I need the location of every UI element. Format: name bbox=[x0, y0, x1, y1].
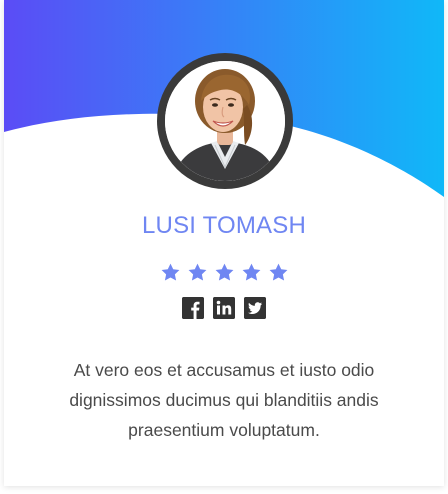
social-links bbox=[4, 297, 444, 319]
star-icon bbox=[242, 263, 260, 281]
star-icon bbox=[215, 263, 233, 281]
star-icon bbox=[161, 263, 179, 281]
facebook-icon[interactable] bbox=[182, 297, 204, 319]
star-icon bbox=[188, 263, 206, 281]
avatar bbox=[165, 61, 285, 181]
testimonial-text: At vero eos et accusamus et iusto odio d… bbox=[69, 360, 379, 440]
avatar-ring bbox=[157, 53, 293, 189]
star-icon bbox=[269, 263, 287, 281]
testimonial-card: LUSI TOMASH At vero eos et accusamus et … bbox=[4, 0, 444, 486]
twitter-icon[interactable] bbox=[244, 297, 266, 319]
avatar-portrait-image bbox=[165, 61, 285, 181]
linkedin-icon[interactable] bbox=[213, 297, 235, 319]
star-rating bbox=[4, 262, 444, 283]
profile-name: LUSI TOMASH bbox=[141, 212, 307, 239]
